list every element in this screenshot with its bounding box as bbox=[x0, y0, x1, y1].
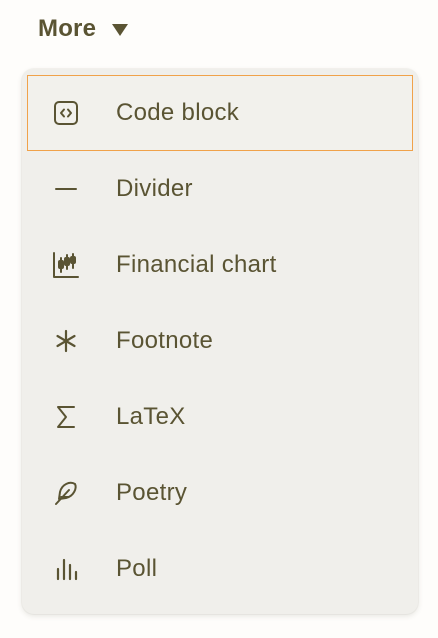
more-label: More bbox=[38, 15, 97, 42]
menu-item-footnote[interactable]: Footnote bbox=[27, 303, 413, 379]
menu-item-label: Footnote bbox=[116, 327, 214, 354]
caret-down-icon bbox=[112, 24, 129, 36]
asterisk-icon bbox=[52, 327, 80, 355]
sigma-icon bbox=[52, 403, 80, 431]
code-block-icon bbox=[52, 99, 80, 127]
menu-item-latex[interactable]: LaTeX bbox=[27, 379, 413, 455]
divider-icon bbox=[52, 175, 80, 203]
menu-item-code-block[interactable]: Code block bbox=[27, 75, 413, 151]
menu-item-label: Financial chart bbox=[116, 251, 277, 278]
menu-item-label: LaTeX bbox=[116, 403, 186, 430]
menu-item-poetry[interactable]: Poetry bbox=[27, 455, 413, 531]
candlestick-chart-icon bbox=[52, 251, 80, 279]
menu-item-label: Code block bbox=[116, 99, 240, 126]
feather-icon bbox=[52, 479, 80, 507]
menu-item-poll[interactable]: Poll bbox=[27, 531, 413, 607]
menu-item-divider[interactable]: Divider bbox=[27, 151, 413, 227]
menu-item-label: Poetry bbox=[116, 479, 188, 506]
menu-item-financial-chart[interactable]: Financial chart bbox=[27, 227, 413, 303]
menu-item-label: Poll bbox=[116, 555, 158, 582]
menu-item-label: Divider bbox=[116, 175, 193, 202]
bar-chart-icon bbox=[52, 555, 80, 583]
more-menu: Code block Divider Financial chart Footn… bbox=[22, 69, 418, 614]
more-dropdown-toggle[interactable]: More bbox=[38, 12, 129, 46]
